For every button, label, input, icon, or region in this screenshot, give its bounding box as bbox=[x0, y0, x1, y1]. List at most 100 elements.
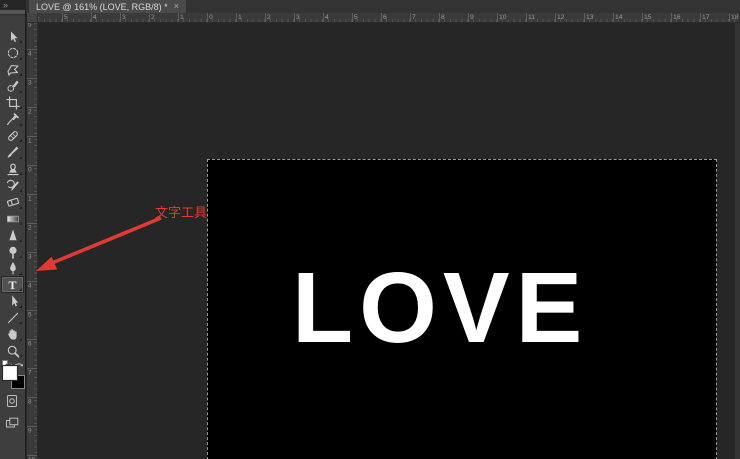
ruler-label: 13 bbox=[586, 13, 594, 21]
ruler-tick bbox=[265, 13, 266, 22]
brush-tool[interactable] bbox=[2, 145, 23, 160]
canvas[interactable]: LOVE bbox=[207, 159, 717, 459]
ruler-label: 12 bbox=[557, 13, 565, 21]
eyedropper-tool[interactable] bbox=[2, 112, 23, 127]
ruler-label: 18 bbox=[731, 13, 739, 21]
ruler-tick bbox=[62, 13, 63, 22]
ruler-label: 0 bbox=[28, 166, 32, 173]
crop-tool-icon bbox=[6, 96, 20, 110]
ruler-label: 0 bbox=[209, 13, 213, 21]
ruler-label: 6 bbox=[38, 13, 39, 21]
ruler-tick bbox=[468, 13, 469, 22]
screen-mode-button[interactable] bbox=[5, 416, 19, 430]
ruler-label: 1 bbox=[180, 13, 184, 21]
ruler-tick bbox=[700, 13, 701, 22]
type-tool[interactable]: T bbox=[2, 277, 23, 292]
quick-mask-button[interactable] bbox=[5, 394, 19, 408]
eraser-tool-icon bbox=[6, 195, 20, 209]
ruler-label: 5 bbox=[354, 13, 358, 21]
ruler-tick bbox=[729, 13, 730, 22]
collapse-panel-icon[interactable]: » bbox=[3, 0, 23, 10]
horizontal-ruler[interactable]: 6543210123456789101112131415161718 bbox=[38, 13, 740, 23]
ruler-label: 3 bbox=[28, 79, 32, 86]
elliptical-marquee-tool[interactable] bbox=[2, 46, 23, 61]
ruler-label: 3 bbox=[28, 253, 32, 260]
eraser-tool[interactable] bbox=[2, 195, 23, 210]
ruler-tick bbox=[178, 13, 179, 22]
history-brush-tool-icon bbox=[6, 178, 20, 192]
ruler-label: 5 bbox=[64, 13, 68, 21]
ruler-label: 8 bbox=[28, 398, 32, 405]
ruler-label: 5 bbox=[28, 23, 32, 28]
ruler-tick bbox=[613, 13, 614, 22]
ruler-label: 6 bbox=[383, 13, 387, 21]
ruler-label: 1 bbox=[238, 13, 242, 21]
ruler-tick bbox=[410, 13, 411, 22]
ruler-label: 4 bbox=[28, 282, 32, 289]
line-tool[interactable] bbox=[2, 310, 23, 325]
ruler-tick bbox=[294, 13, 295, 22]
ruler-label: 9 bbox=[470, 13, 474, 21]
photoshop-window: LOVE @ 161% (LOVE, RGB/8) * × » bbox=[0, 0, 740, 459]
move-tool[interactable] bbox=[2, 29, 23, 44]
foreground-color-swatch[interactable] bbox=[3, 366, 17, 380]
vertical-ruler[interactable]: 54321012345678910 bbox=[27, 23, 38, 459]
spot-healing-brush-tool[interactable] bbox=[2, 128, 23, 143]
ruler-tick bbox=[91, 13, 92, 22]
ruler-tick bbox=[555, 13, 556, 22]
hand-tool[interactable] bbox=[2, 327, 23, 342]
clone-stamp-tool[interactable] bbox=[2, 161, 23, 176]
dodge-tool[interactable] bbox=[2, 244, 23, 259]
zoom-tool[interactable] bbox=[2, 343, 23, 358]
ruler-label: 2 bbox=[151, 13, 155, 21]
polygonal-lasso-tool[interactable] bbox=[2, 62, 23, 77]
ruler-label: 15 bbox=[644, 13, 652, 21]
ruler-tick bbox=[236, 13, 237, 22]
pen-tool-icon bbox=[6, 261, 20, 275]
ruler-label: 10 bbox=[499, 13, 507, 21]
dodge-tool-icon bbox=[6, 245, 20, 259]
type-tool-icon: T bbox=[8, 279, 16, 291]
ruler-label: 4 bbox=[93, 13, 97, 21]
ruler-label: 3 bbox=[122, 13, 126, 21]
ruler-label: 9 bbox=[28, 427, 32, 434]
ruler-tick bbox=[439, 13, 440, 22]
ruler-label: 7 bbox=[28, 369, 32, 376]
ruler-label: 1 bbox=[28, 137, 32, 144]
elliptical-marquee-tool-icon bbox=[6, 46, 20, 60]
ruler-label: 16 bbox=[673, 13, 681, 21]
ruler-label: 4 bbox=[28, 50, 32, 57]
document-tab[interactable]: LOVE @ 161% (LOVE, RGB/8) * × bbox=[29, 0, 186, 13]
document-tab-title: LOVE @ 161% (LOVE, RGB/8) * bbox=[36, 2, 168, 12]
history-brush-tool[interactable] bbox=[2, 178, 23, 193]
ruler-label: 11 bbox=[528, 13, 535, 21]
ruler-label: 2 bbox=[267, 13, 271, 21]
ruler-label: 4 bbox=[325, 13, 329, 21]
right-scrollbar-track[interactable] bbox=[735, 23, 740, 459]
spot-healing-brush-tool-icon bbox=[6, 129, 20, 143]
zoom-tool-icon bbox=[6, 344, 20, 358]
tab-close-icon[interactable]: × bbox=[174, 2, 179, 11]
ruler-label: 7 bbox=[412, 13, 416, 21]
ruler-tick bbox=[207, 13, 208, 22]
quick-selection-tool[interactable] bbox=[2, 79, 23, 94]
ruler-tick bbox=[323, 13, 324, 22]
crop-tool[interactable] bbox=[2, 95, 23, 110]
annotation-text: 文字工具 bbox=[155, 202, 207, 221]
gradient-tool[interactable] bbox=[2, 211, 23, 226]
tools-panel-grip[interactable] bbox=[0, 10, 25, 15]
ruler-label: 5 bbox=[28, 311, 32, 318]
ruler-label: 3 bbox=[296, 13, 300, 21]
ruler-tick bbox=[584, 13, 585, 22]
eyedropper-tool-icon bbox=[6, 112, 20, 126]
pen-tool[interactable] bbox=[2, 261, 23, 276]
sharpen-tool[interactable] bbox=[2, 228, 23, 243]
ruler-label: 6 bbox=[28, 340, 32, 347]
line-tool-icon bbox=[6, 311, 20, 325]
quick-selection-tool-icon bbox=[6, 79, 20, 93]
move-tool-icon bbox=[6, 30, 20, 44]
path-selection-tool[interactable] bbox=[2, 294, 23, 309]
ruler-corner bbox=[27, 13, 38, 23]
ruler-tick bbox=[671, 13, 672, 22]
ruler-label: 1 bbox=[28, 195, 32, 202]
